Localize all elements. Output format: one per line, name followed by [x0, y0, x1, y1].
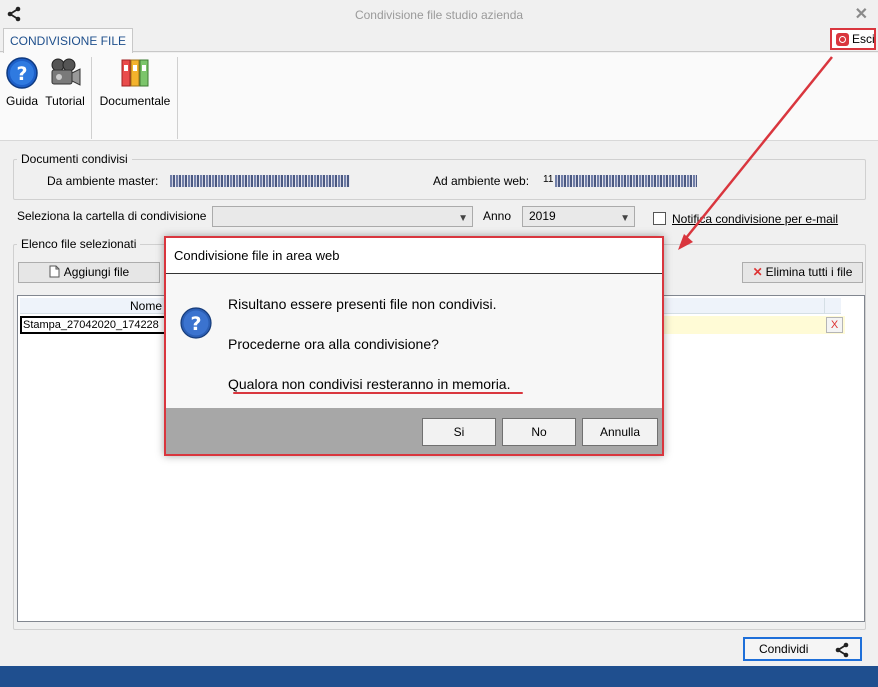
title-bar: Condivisione file studio azienda ✕	[0, 0, 878, 28]
ribbon: ? Guida Tutorial Documentale	[0, 53, 878, 141]
dialog-line-2: Procederne ora alla condivisione?	[228, 336, 439, 352]
year-label: Anno	[483, 209, 512, 223]
video-camera-icon	[48, 58, 82, 92]
tutorial-button[interactable]: Tutorial	[43, 57, 87, 108]
folder-label: Seleziona la cartella di condivisione	[17, 209, 207, 223]
dialog-title: Condivisione file in area web	[166, 238, 662, 274]
yes-button[interactable]: Si	[422, 418, 496, 446]
tab-condivisione-file[interactable]: CONDIVISIONE FILE	[3, 28, 133, 53]
dialog-body: ? Risultano essere presenti file non con…	[166, 275, 662, 408]
add-file-label: Aggiungi file	[63, 265, 130, 279]
no-button[interactable]: No	[502, 418, 576, 446]
share-icon	[834, 642, 850, 664]
close-icon[interactable]: ✕	[855, 4, 868, 24]
confirm-dialog: Condivisione file in area web ? Risultan…	[164, 236, 664, 456]
window-title: Condivisione file studio azienda	[354, 8, 524, 22]
ribbon-separator	[91, 57, 92, 139]
ribbon-separator	[177, 57, 178, 139]
dialog-line-1: Risultano essere presenti file non condi…	[228, 296, 497, 312]
delete-all-button[interactable]: ✕ Elimina tutti i file	[742, 262, 863, 283]
ribbon-tab-strip: CONDIVISIONE FILE Esci	[0, 28, 878, 53]
dialog-footer: Si No Annulla	[166, 408, 662, 454]
guida-button[interactable]: ? Guida	[5, 57, 39, 108]
document-icon	[49, 265, 60, 284]
power-icon	[836, 33, 849, 46]
red-x-icon: ✕	[752, 265, 763, 279]
master-label: Da ambiente master:	[47, 174, 159, 188]
delete-all-label: Elimina tutti i file	[765, 265, 853, 279]
chevron-down-icon: ▼	[620, 213, 630, 224]
share-button[interactable]: Condividi	[743, 637, 862, 661]
web-value-redacted	[555, 175, 697, 187]
column-divider	[824, 298, 825, 314]
question-icon: ?	[180, 307, 212, 342]
binders-icon	[119, 59, 151, 92]
highlight-underline	[233, 392, 523, 394]
exit-label: Esci	[852, 32, 875, 46]
file-list-title: Elenco file selezionati	[17, 237, 141, 251]
documentale-button[interactable]: Documentale	[97, 57, 173, 108]
shared-docs-title: Documenti condivisi	[17, 152, 132, 166]
svg-text:?: ?	[16, 63, 27, 85]
add-file-button[interactable]: Aggiungi file	[18, 262, 160, 283]
chevron-down-icon: ▼	[458, 213, 468, 224]
folder-select[interactable]: ▼	[212, 206, 473, 227]
dialog-line-3: Qualora non condivisi resteranno in memo…	[228, 376, 511, 392]
web-label: Ad ambiente web:	[433, 174, 530, 188]
web-value-prefix: 11	[543, 174, 554, 185]
tutorial-label: Tutorial	[45, 94, 85, 108]
exit-button[interactable]: Esci	[830, 28, 876, 50]
documentale-label: Documentale	[99, 94, 171, 108]
help-icon: ?	[6, 57, 38, 92]
svg-text:?: ?	[190, 313, 201, 335]
column-header-name[interactable]: Nome	[130, 299, 162, 313]
file-name-cell[interactable]: Stampa_27042020_174228	[20, 316, 168, 334]
master-value-redacted	[170, 175, 350, 187]
year-select-value: 2019	[529, 209, 556, 223]
guida-label: Guida	[5, 94, 39, 108]
year-select[interactable]: 2019 ▼	[522, 206, 635, 227]
cancel-button[interactable]: Annulla	[582, 418, 658, 446]
delete-row-button[interactable]: X	[826, 317, 843, 333]
notify-checkbox[interactable]	[653, 212, 666, 225]
share-label: Condividi	[759, 642, 809, 656]
notify-label[interactable]: Notifica condivisione per e-mail	[672, 212, 838, 226]
status-bar	[0, 666, 878, 687]
